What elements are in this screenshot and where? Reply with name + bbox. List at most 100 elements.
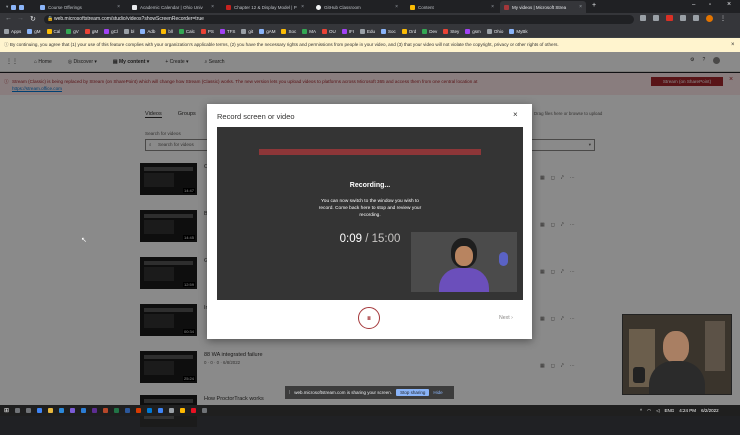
bookmark-item[interactable]: gCl [104,29,118,34]
clock-time[interactable]: 4:24 PM [679,408,696,414]
share-icon[interactable] [640,15,646,21]
tab-github-classroom[interactable]: GitHub Classroom × [312,1,402,13]
tab-academic-calendar[interactable]: Academic Calendar | Ohio Univ × [128,1,218,13]
word-icon[interactable] [125,408,131,413]
close-window-button[interactable]: × [727,1,731,8]
dialog-close-icon[interactable]: × [513,110,518,119]
powerpoint-icon[interactable] [103,408,109,413]
bookmark-favicon-icon [123,29,129,34]
next-button[interactable]: Next › [499,315,513,321]
bookmark-item[interactable]: Stey [443,29,459,34]
puzzle-icon[interactable] [693,15,699,21]
bookmark-item[interactable]: IFI [341,29,354,34]
app-icon[interactable] [169,408,175,413]
tray-chevron-icon[interactable]: ^ [640,408,642,414]
pause-button[interactable]: ⏸ [358,307,380,329]
task-view-icon[interactable] [26,408,32,413]
screen-share-bar: ⁞ web.microsoftstream.com is sharing you… [285,386,454,399]
menu-kebab-icon[interactable]: ⋮ [720,15,726,22]
bookmark-item[interactable]: gM [27,29,41,34]
bookmark-item[interactable]: Edu [359,29,375,34]
tab-label: My videos | Microsoft Strea [512,4,567,10]
bookmark-item[interactable]: gM [84,29,98,34]
tab-close-icon[interactable]: × [301,4,304,10]
app-icon[interactable] [202,408,208,413]
recording-extension-icon[interactable] [666,15,673,21]
bookmark-item[interactable]: bl [123,29,134,34]
bookmark-label: Ohio [493,29,504,34]
tab-close-icon[interactable]: × [117,4,120,10]
minimize-button[interactable]: – [692,2,695,8]
bookmark-item[interactable]: gsm [465,29,481,34]
bookmark-label: gCl [111,29,118,34]
bookmark-item[interactable]: gV [66,29,79,34]
app-icon[interactable] [136,408,142,413]
tab-new-group[interactable]: ▾ [2,1,32,13]
windows-start-icon[interactable]: ⊞ [4,407,9,414]
outlook-icon[interactable] [81,408,87,413]
bookmark-label: Soc [288,29,297,34]
drag-handle-icon[interactable]: ⁞ [289,390,290,395]
teams-icon[interactable] [70,408,76,413]
visual-studio-icon[interactable] [92,408,98,413]
tab-favicon-icon [132,4,137,10]
app-icon[interactable] [180,408,186,413]
star-icon[interactable] [653,15,659,21]
forward-arrow-icon[interactable]: → [17,15,24,22]
tab-label: Course Offerings [48,4,82,10]
bookmark-item[interactable]: git [241,29,253,34]
bookmark-item[interactable]: Apps [4,29,21,34]
reload-icon[interactable]: ↻ [30,15,36,23]
consent-close-icon[interactable]: × [731,38,735,52]
app-icon[interactable] [191,408,197,413]
excel-icon[interactable] [114,408,120,413]
stop-sharing-button[interactable]: Stop sharing [396,389,430,396]
tab-close-icon[interactable]: × [579,4,582,10]
file-explorer-icon[interactable] [48,408,54,413]
tab-close-icon[interactable]: × [491,4,494,10]
new-tab-button[interactable]: + [592,2,596,9]
bookmark-item[interactable]: Ord [401,29,416,34]
back-arrow-icon[interactable]: ← [5,15,12,22]
bookmark-item[interactable]: Dev [422,29,437,34]
language-indicator[interactable]: ENG [665,408,675,414]
app-icon[interactable] [147,408,153,413]
timer-limit: 15:00 [371,233,401,245]
tab-close-icon[interactable]: × [395,4,398,10]
bookmark-item[interactable]: Soc [380,29,396,34]
bookmark-favicon-icon [219,29,225,34]
bookmark-item[interactable]: MyBk [509,29,528,34]
bookmark-item[interactable]: bll [161,29,173,34]
windows-taskbar: ⊞ ^ ◠ ◁ ENG 4:24 PM 6/2/2022 [0,405,740,416]
hide-button[interactable]: Hide [433,390,442,395]
tab-course-offerings[interactable]: Course Offerings × [36,1,124,13]
bookmark-item[interactable]: Calc [178,29,195,34]
volume-icon[interactable]: ◁ [656,408,659,414]
bookmark-item[interactable]: Adb [140,29,155,34]
bookmark-item[interactable]: Cal [46,29,60,34]
bookmark-item[interactable]: MA [302,29,316,34]
bookmark-label: git [248,29,254,34]
edge-icon[interactable] [59,408,65,413]
search-icon[interactable] [15,408,21,413]
bookmark-item[interactable]: gAM [259,29,275,34]
bookmark-item[interactable]: PS [200,29,214,34]
bookmark-item[interactable]: Soc [281,29,296,34]
tab-my-videos[interactable]: My videos | Microsoft Strea × [500,1,586,13]
clock-date[interactable]: 6/2/2022 [701,408,719,414]
timer-separator: / [365,233,369,245]
tab-content[interactable]: Content × [406,1,498,13]
bookmark-item[interactable]: Ohio [486,29,504,34]
bookmark-item[interactable]: OU [321,29,336,34]
bookmark-favicon-icon [66,29,72,34]
chrome-taskbar-icon[interactable] [37,408,43,413]
tab-close-icon[interactable]: × [211,4,214,10]
wifi-icon[interactable]: ◠ [647,408,651,414]
chrome-taskbar-icon[interactable] [158,408,164,413]
bookmark-item[interactable]: TFS [219,29,235,34]
maximize-button[interactable]: ▫ [709,2,711,8]
tab-chapter-12[interactable]: Chapter 12 & Display Model | P × [222,1,308,13]
profile-avatar[interactable] [706,15,713,22]
address-bar[interactable]: 🔒 web.microsoftstream.com/studio/videos?… [44,15,634,24]
extension-icon[interactable] [680,15,686,21]
